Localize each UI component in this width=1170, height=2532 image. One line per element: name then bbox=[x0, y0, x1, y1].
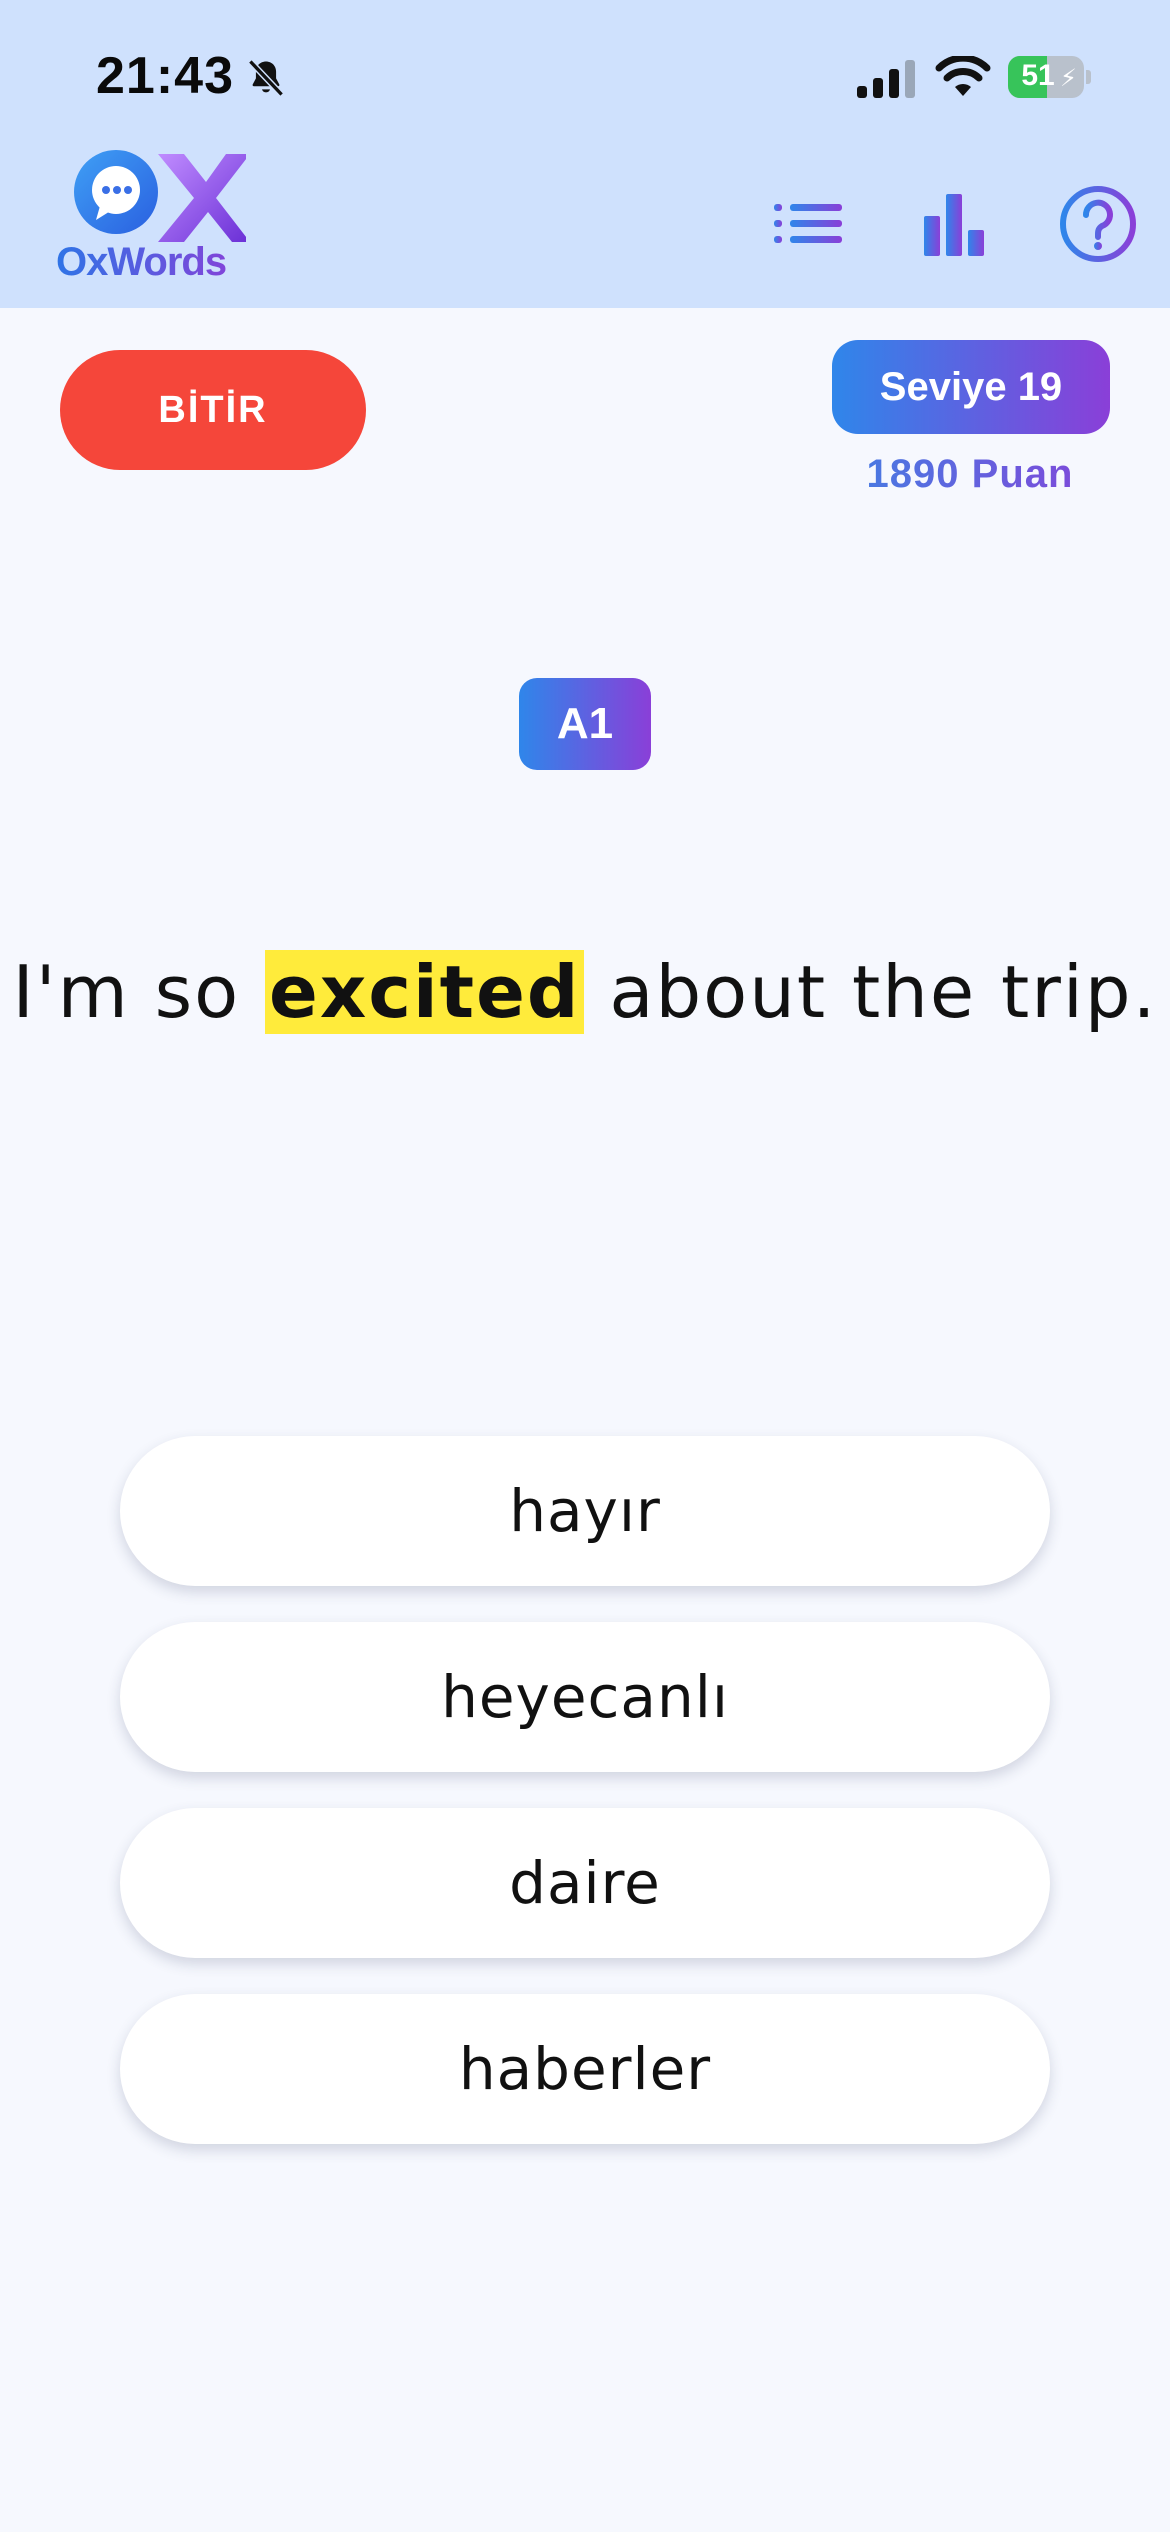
cellular-signal-icon bbox=[857, 60, 915, 98]
bar-chart-icon[interactable] bbox=[916, 186, 992, 262]
oxwords-logo[interactable]: OxWords bbox=[56, 148, 246, 288]
battery-percent: 51 bbox=[1021, 59, 1055, 92]
sentence-before: I'm so bbox=[12, 950, 266, 1034]
question-sentence: I'm so excited about the trip. bbox=[0, 950, 1170, 1034]
points-label: 1890 Puan bbox=[800, 452, 1140, 497]
app-header: 21:43 51 ⚡ OxWords bbox=[0, 0, 1170, 308]
brand-name: OxWords bbox=[56, 240, 246, 285]
target-word: excited bbox=[265, 950, 585, 1034]
wifi-icon bbox=[935, 56, 991, 96]
level-badge: Seviye 19 bbox=[832, 340, 1110, 434]
finish-button[interactable]: BİTİR bbox=[60, 350, 366, 470]
answer-option[interactable]: haberler bbox=[120, 1994, 1050, 2144]
answer-option[interactable]: heyecanlı bbox=[120, 1622, 1050, 1772]
cefr-level-badge: A1 bbox=[519, 678, 651, 770]
answer-options: hayır heyecanlı daire haberler bbox=[120, 1436, 1050, 2180]
answer-option[interactable]: hayır bbox=[120, 1436, 1050, 1586]
logo-mark-icon bbox=[74, 150, 246, 242]
list-icon[interactable] bbox=[770, 186, 846, 262]
sentence-after: about the trip. bbox=[584, 950, 1158, 1034]
quiz-screen: 21:43 51 ⚡ OxWords BİTİR Seviye 19 1890 … bbox=[0, 0, 1170, 2532]
answer-option[interactable]: daire bbox=[120, 1808, 1050, 1958]
status-time: 21:43 bbox=[96, 47, 234, 105]
bell-slash-icon bbox=[248, 59, 284, 97]
charging-bolt-icon: ⚡ bbox=[1060, 65, 1077, 92]
help-icon[interactable] bbox=[1058, 184, 1138, 264]
battery-charging-icon: 51 ⚡ bbox=[1008, 56, 1091, 98]
